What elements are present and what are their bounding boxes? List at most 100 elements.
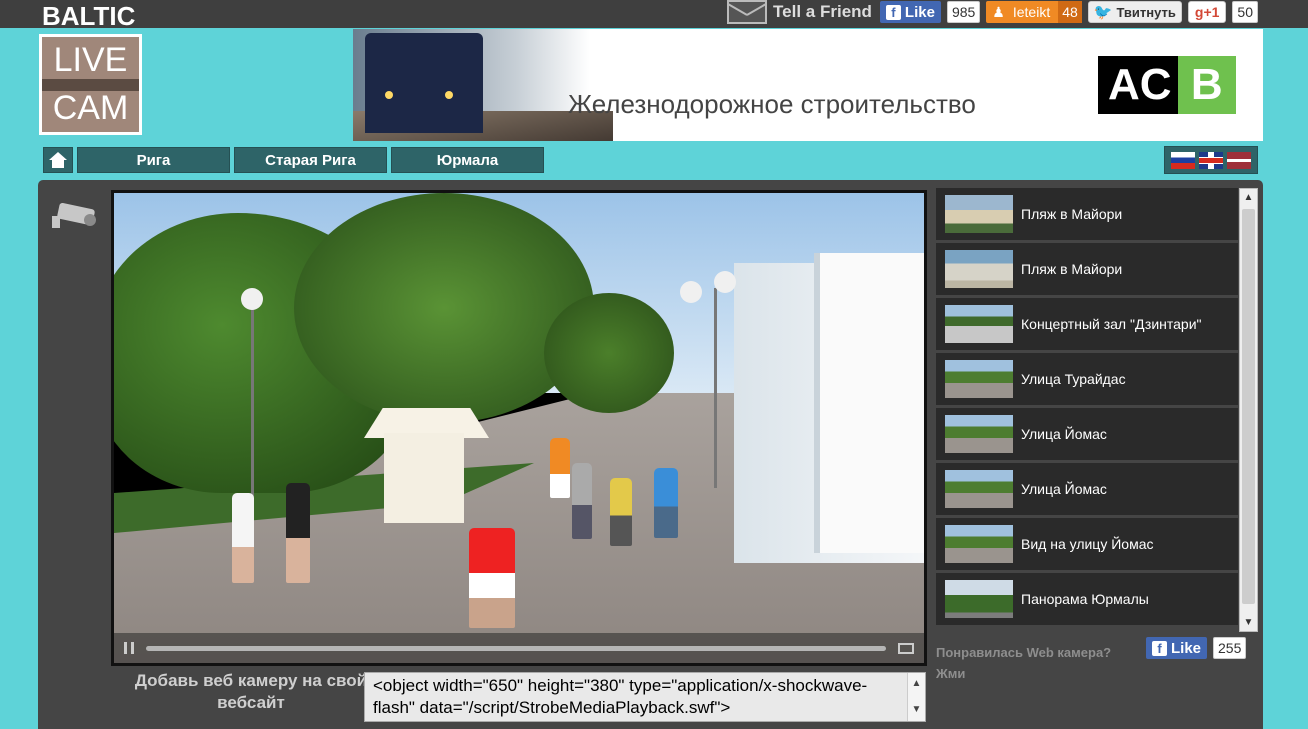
uk-flag-icon[interactable] — [1199, 151, 1223, 169]
video-scene-lamp — [251, 303, 254, 513]
video-progress-bar[interactable] — [146, 645, 886, 651]
twitter-button[interactable]: 🐦 Твитнуть — [1087, 1, 1182, 23]
facebook-like-label: Like — [1171, 639, 1202, 657]
camera-list-item[interactable]: Улица Турайдас — [936, 353, 1238, 405]
cctv-camera-icon — [52, 202, 98, 228]
facebook-like-count-bottom: 255 — [1213, 637, 1247, 659]
ad-banner[interactable]: Железнодорожное строительство AC B — [353, 29, 1263, 141]
twitter-label: Твитнуть — [1116, 4, 1176, 20]
camera-list-scrollbar[interactable]: ▲ ▼ — [1239, 188, 1258, 632]
main-panel: Добавь веб камеру на свой вебсайт <objec… — [38, 180, 1263, 729]
home-button[interactable] — [43, 147, 73, 173]
pause-icon[interactable] — [124, 642, 134, 654]
camera-title: Улица Турайдас — [1021, 371, 1126, 387]
acb-logo-b: B — [1177, 56, 1236, 114]
draugiem-count: 48 — [1058, 1, 1082, 23]
video-scene-lamp — [714, 288, 717, 488]
scroll-down-icon[interactable]: ▼ — [912, 699, 922, 721]
camera-thumbnail — [945, 580, 1013, 618]
camera-title: Улица Йомас — [1021, 481, 1107, 497]
banner-train-image — [365, 33, 483, 133]
top-bar: Tell a Friend f Like 985 ♟ Ieteikt 48 🐦 … — [0, 0, 1308, 28]
camera-list-item[interactable]: Улица Йомас — [936, 408, 1238, 460]
nav-item-old-riga[interactable]: Старая Рига — [234, 147, 387, 173]
facebook-like-button-bottom[interactable]: f Like — [1146, 637, 1208, 659]
facebook-like-widget: f Like 255 — [1146, 637, 1247, 659]
tell-friend-link[interactable]: Tell a Friend — [727, 0, 872, 24]
facebook-icon: f — [1152, 640, 1167, 656]
camera-thumbnail — [945, 195, 1013, 233]
logo-cam-text: CAM — [52, 89, 129, 127]
acb-logo-ac: AC — [1108, 60, 1172, 109]
embed-code-text: <object width="650" height="380" type="a… — [373, 676, 868, 717]
facebook-icon: f — [885, 4, 901, 20]
facebook-like-count: 985 — [946, 1, 981, 23]
home-icon — [49, 152, 67, 168]
camera-thumbnail — [945, 360, 1013, 398]
social-bar: Tell a Friend f Like 985 ♟ Ieteikt 48 🐦 … — [727, 0, 1258, 24]
camera-list-item[interactable]: Пляж в Майори — [936, 243, 1238, 295]
facebook-like-button[interactable]: f Like — [879, 1, 941, 23]
camera-title: Пляж в Майори — [1021, 261, 1123, 277]
scroll-up-icon[interactable]: ▲ — [912, 673, 922, 695]
video-scene-lamp-globe — [241, 288, 263, 310]
logo-box: LIVE CAM — [39, 34, 142, 135]
draugiem-label: Ieteikt — [1012, 4, 1051, 20]
camera-title: Концертный зал "Дзинтари" — [1021, 316, 1202, 332]
camera-title: Улица Йомас — [1021, 426, 1107, 442]
nav-item-jurmala[interactable]: Юрмала — [391, 147, 544, 173]
facebook-like-label: Like — [904, 3, 935, 21]
scroll-up-icon[interactable]: ▲ — [1240, 189, 1257, 206]
video-scene-person — [469, 528, 515, 628]
russian-flag-icon[interactable] — [1171, 151, 1195, 169]
camera-list-item[interactable]: Вид на улицу Йомас — [936, 518, 1238, 570]
logo-baltic-text: BALTIC — [42, 1, 136, 31]
scrollbar-thumb[interactable] — [1242, 209, 1255, 604]
camera-thumbnail — [945, 525, 1013, 563]
main-nav: Рига Старая Рига Юрмала — [43, 147, 544, 173]
google-plus-button[interactable]: g +1 — [1187, 1, 1227, 23]
video-scene-kiosk — [384, 433, 464, 523]
video-scene-person — [572, 463, 592, 539]
draugiem-button[interactable]: ♟ Ieteikt 48 — [986, 1, 1082, 23]
banner-text: Железнодорожное строительство — [568, 89, 976, 119]
video-scene-person — [654, 468, 678, 538]
google-plus-label: +1 — [1203, 4, 1220, 20]
language-switcher — [1164, 146, 1258, 174]
video-scene-tree — [544, 293, 674, 413]
tell-friend-label: Tell a Friend — [773, 2, 872, 21]
google-plus-icon: g — [1194, 4, 1204, 20]
camera-list-item[interactable]: Пляж в Майори — [936, 188, 1238, 240]
camera-thumbnail — [945, 250, 1013, 288]
camera-title: Панорама Юрмалы — [1021, 591, 1149, 607]
google-plus-count: 50 — [1232, 1, 1258, 23]
acb-logo: AC B — [1098, 56, 1236, 114]
logo-live-text: LIVE — [53, 41, 128, 79]
draugiem-icon: ♟ — [992, 3, 1005, 20]
video-scene-building-front — [814, 253, 924, 553]
camera-list-item[interactable]: Улица Йомас — [936, 463, 1238, 515]
video-scene-person — [286, 483, 310, 583]
camera-list-item[interactable]: Панорама Юрмалы — [936, 573, 1238, 625]
embed-label: Добавь веб камеру на свой вебсайт — [134, 671, 368, 712]
video-scene-person — [232, 493, 254, 583]
video-progress-fill — [146, 645, 886, 651]
video-scene-tree — [294, 193, 594, 423]
video-player[interactable] — [111, 190, 927, 666]
camera-list: Пляж в Майори Пляж в Майори Концертный з… — [936, 188, 1260, 632]
camera-title: Вид на улицу Йомас — [1021, 536, 1154, 552]
scroll-down-icon[interactable]: ▼ — [1240, 614, 1257, 631]
nav-item-riga[interactable]: Рига — [77, 147, 230, 173]
embed-scrollbar[interactable]: ▲ ▼ — [907, 673, 925, 721]
latvian-flag-icon[interactable] — [1227, 151, 1251, 169]
video-scene-lamp-globe — [680, 281, 702, 303]
like-prompt: Понравилась Web камера? Жми — [936, 645, 1112, 681]
twitter-bird-icon: 🐦 — [1093, 4, 1113, 21]
video-scene-person — [610, 478, 632, 546]
site-logo[interactable]: BALTIC LIVE CAM — [38, 0, 143, 136]
embed-code-textarea[interactable]: <object width="650" height="380" type="a… — [364, 672, 926, 722]
video-scene-person — [550, 438, 570, 498]
camera-list-item[interactable]: Концертный зал "Дзинтари" — [936, 298, 1238, 350]
camera-thumbnail — [945, 305, 1013, 343]
fullscreen-icon[interactable] — [898, 642, 914, 654]
